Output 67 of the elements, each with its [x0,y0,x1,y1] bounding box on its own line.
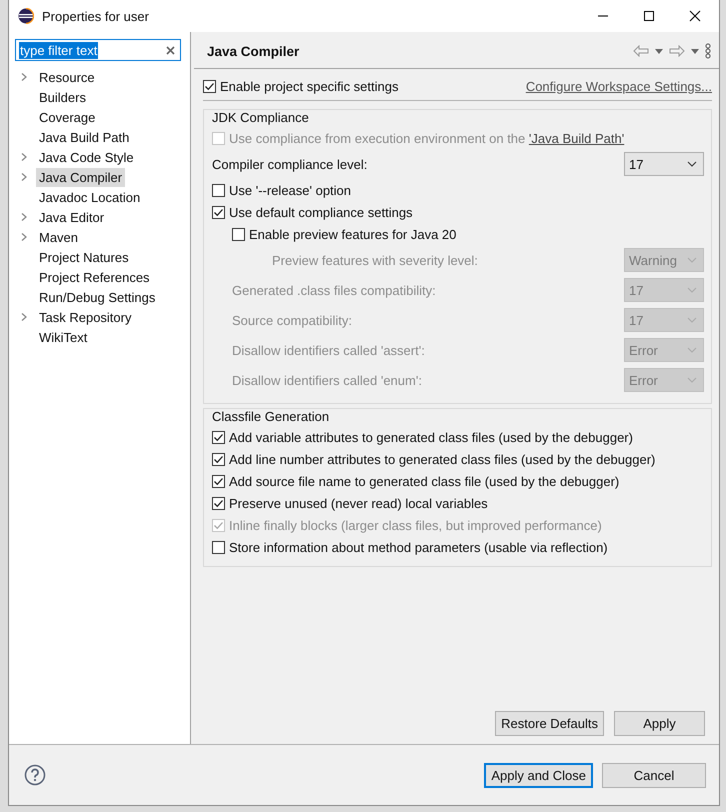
group-title: Classfile Generation [212,409,330,424]
page-title: Java Compiler [207,44,300,58]
checkbox[interactable] [212,184,225,196]
checkbox[interactable] [212,452,225,466]
cancel-button[interactable]: Cancel [602,762,706,788]
tree-item[interactable]: Run/Debug Settings [36,288,158,306]
tree-item[interactable]: Task Repository [36,308,134,326]
maximize-icon[interactable] [643,10,655,22]
checkbox-label: Store information about method parameters (usable via reflection) [229,540,608,554]
filter-field[interactable]: type filter text [15,39,181,61]
eclipse-icon [18,8,34,24]
help-icon[interactable] [24,764,46,786]
tree-item[interactable]: Project Natures [36,248,132,266]
checkbox-label: Use compliance from execution environment on the 'Java Build Path' [229,130,624,146]
field-label: Disallow identifiers called 'assert': [232,342,426,358]
checkbox-label: Enable preview features for Java 20 [249,226,456,242]
tree-item[interactable]: Java Build Path [36,128,132,146]
checkbox-label: Use '--release' option [229,182,352,198]
restore-defaults-button[interactable]: Restore Defaults [495,711,604,736]
checkbox[interactable] [212,540,225,554]
checkbox-label: Add variable attributes to generated class files (used by the debugger) [229,430,633,444]
checkbox-label: Preserve unused (never read) local variables [229,496,488,510]
tree-item[interactable]: Resource [36,68,98,86]
group-title: JDK Compliance [212,110,310,125]
field-label: Preview features with severity level: [271,252,479,268]
tree-item[interactable]: Java Editor [36,208,108,226]
checkbox[interactable] [212,474,225,488]
checkbox[interactable] [232,228,245,240]
dropdown-icon[interactable] [655,48,663,54]
chevron-down-icon [687,257,697,263]
more-icon[interactable] [705,43,711,59]
field-label: Compiler compliance level: [212,156,368,172]
checkbox[interactable] [212,206,225,218]
chevron-down-icon [687,161,697,167]
checkbox-label: Use default compliance settings [229,204,413,220]
checkbox-label: Add line number attributes to generated class files (used by the debugger) [229,452,656,466]
checkbox-label: Enable project specific settings [220,78,398,94]
configure-link[interactable]: Configure Workspace Settings... [526,78,712,94]
checkbox[interactable] [203,80,216,92]
chevron-down-icon [687,317,697,323]
tree-item[interactable]: Javadoc Location [36,188,144,206]
field-label: Source compatibility: [232,312,353,328]
apply-and-close-button[interactable]: Apply and Close [484,762,593,788]
chevron-down-icon [687,377,697,383]
dropdown-icon[interactable] [691,48,699,54]
clear-icon[interactable] [166,46,175,54]
chevron-down-icon [687,287,697,293]
tree-item[interactable]: Builders [36,88,89,106]
tree-item[interactable]: Java Code Style [36,148,137,166]
chevron-down-icon [687,347,697,353]
tree-item[interactable]: Project References [36,268,153,286]
checkbox[interactable] [212,496,225,510]
dropdown[interactable]: 17 [624,152,704,176]
checkbox[interactable] [212,430,225,444]
expand-icon[interactable] [20,72,28,82]
checkbox-label: Inline finally blocks (larger class files, but improved performance) [229,518,602,532]
window-title: Properties for user [42,8,149,24]
tree-item[interactable]: Maven [36,228,82,246]
apply-button[interactable]: Apply [614,711,705,736]
close-icon[interactable] [689,10,701,22]
tree-item[interactable]: Java Compiler [36,168,126,186]
tree-item[interactable]: Coverage [36,108,98,126]
field-label: Disallow identifiers called 'enum': [232,372,423,388]
tree-item[interactable]: WikiText [36,328,90,346]
expand-icon[interactable] [20,312,28,322]
checkbox-label: Add source file name to generated class file (used by the debugger) [229,474,620,488]
field-label: Generated .class files compatibility: [232,282,437,298]
